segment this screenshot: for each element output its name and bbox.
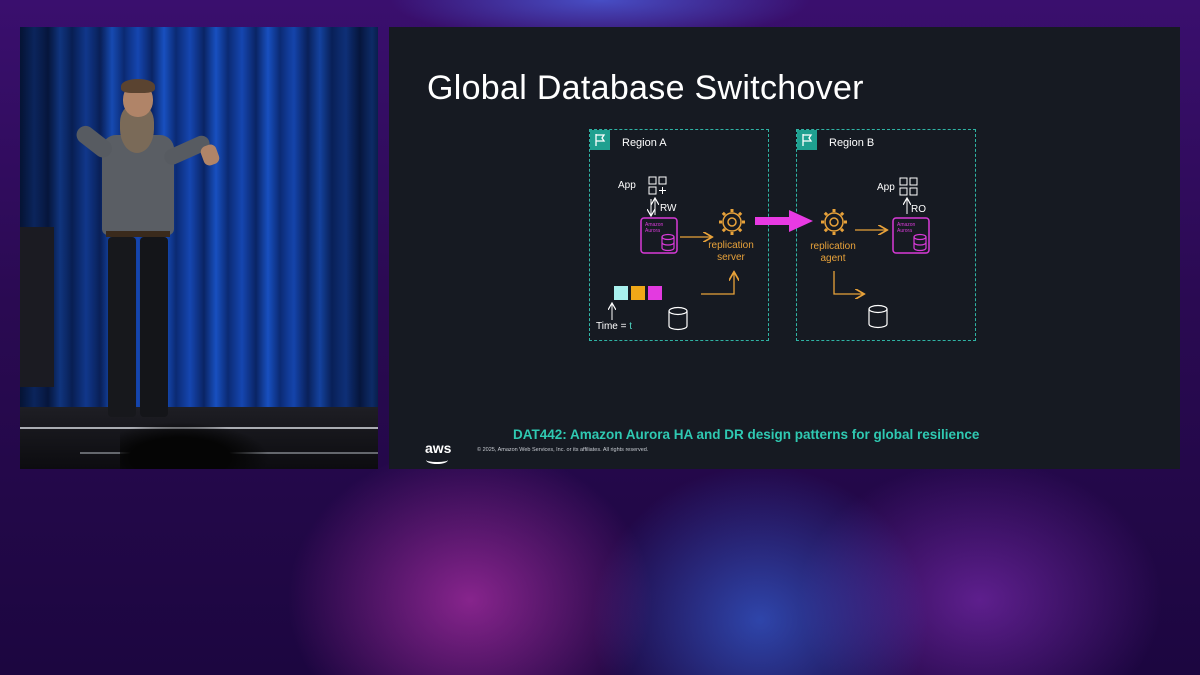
app-grid-icon-a <box>648 176 667 195</box>
diagram-graphics: Amazon Aurora Amazon Aurora <box>389 176 930 331</box>
aws-smile-icon <box>426 456 448 464</box>
presentation-slide: Global Database Switchover Region A Regi… <box>389 27 1180 469</box>
gear-icon-agent <box>821 209 847 235</box>
speaker-video <box>20 27 378 469</box>
podium <box>20 227 54 387</box>
audience-silhouette <box>120 422 270 469</box>
rw-arrows <box>651 199 655 215</box>
arrow-agent-to-storage <box>833 271 863 294</box>
storage-icon-b <box>868 304 888 329</box>
speaker-leg <box>140 237 168 417</box>
svg-text:Aurora: Aurora <box>645 228 660 234</box>
switchover-arrow <box>755 210 813 232</box>
copyright-text: © 2025, Amazon Web Services, Inc. or its… <box>477 447 649 453</box>
aws-logo: aws <box>425 440 452 456</box>
app-grid-icon-b <box>899 177 918 196</box>
aurora-db-icon-b: Amazon Aurora <box>892 217 930 254</box>
aurora-db-icon-a: Amazon Aurora <box>640 217 678 254</box>
speaker-leg <box>108 237 136 417</box>
slide-subtitle: DAT442: Amazon Aurora HA and DR design p… <box>513 427 980 442</box>
replication-queue <box>614 286 662 300</box>
gear-icon-server <box>719 209 745 235</box>
svg-text:Aurora: Aurora <box>897 228 912 234</box>
arrow-queue-to-server <box>701 273 734 295</box>
storage-icon-a <box>668 306 688 331</box>
